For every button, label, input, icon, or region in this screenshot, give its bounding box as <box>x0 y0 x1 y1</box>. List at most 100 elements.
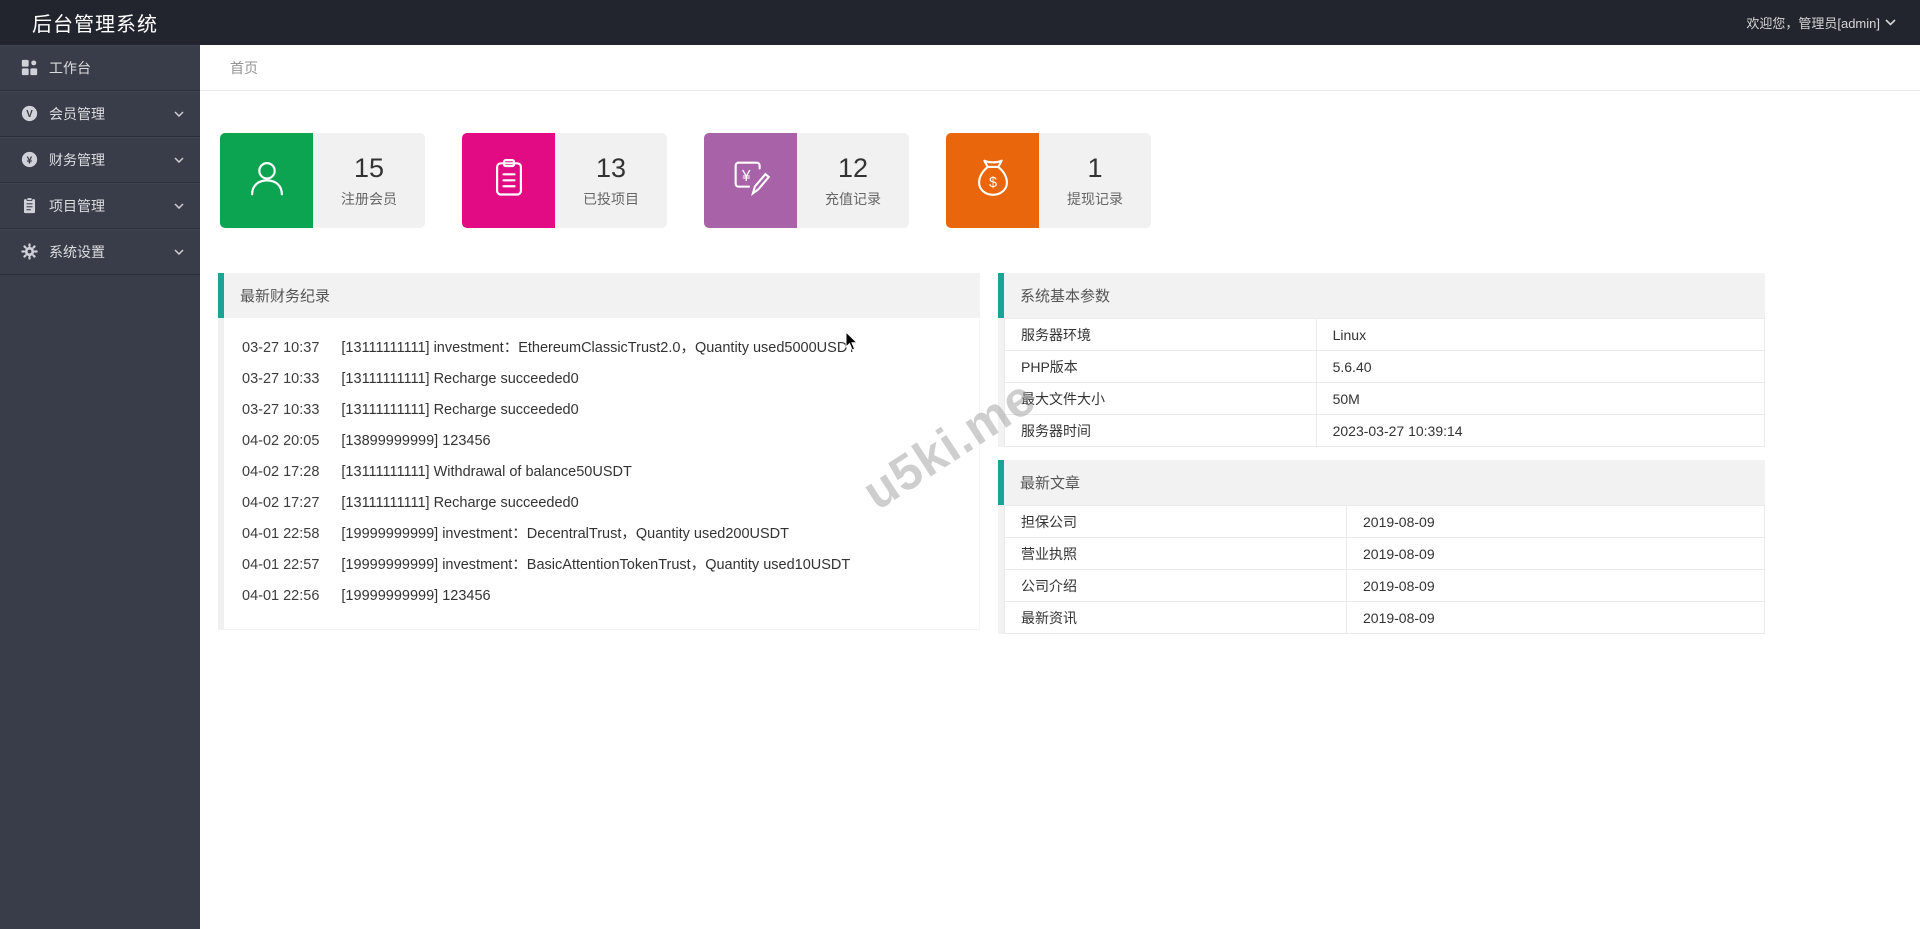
breadcrumb-home-link[interactable]: 首页 <box>230 60 258 76</box>
finance-record: 03-27 10:33 [13111111111] Recharge succee… <box>224 364 979 395</box>
svg-text:V: V <box>26 109 33 120</box>
finance-record: 04-01 22:57 [19999999999] investment：Basi… <box>224 550 979 581</box>
chevron-down-icon <box>174 203 184 209</box>
clipboard-icon <box>20 197 38 215</box>
system-param-row-value: 5.6.40 <box>1316 351 1764 383</box>
record-time: 04-01 22:58 <box>242 527 319 542</box>
article-row-label: 公司介绍 <box>1005 570 1347 602</box>
yen-edit-icon: ¥ <box>728 155 774 206</box>
record-text: [19999999999] investment：BasicAttentionT… <box>341 558 850 573</box>
record-text: [13899999999] 123456 <box>341 434 490 449</box>
chevron-down-icon <box>174 111 184 117</box>
svg-text:¥: ¥ <box>26 155 32 166</box>
record-text: [13111111111] Recharge succeeded0 <box>341 372 578 387</box>
articles-panel-title: 最新文章 <box>998 460 1765 505</box>
record-text: [13111111111] investment：EthereumClassic… <box>341 341 856 356</box>
stat-card-info: 15注册会员 <box>313 133 425 228</box>
stat-card-invested-projects[interactable]: 13 已投项目 <box>462 133 667 228</box>
stat-card-value: 13 <box>596 153 626 184</box>
main-content: 首页 15注册会员 13 已投项目 ¥12充值记录 $1提现记录 最新财务纪录 03-2… <box>200 45 1920 929</box>
system-param-row-label: 服务器时间 <box>1005 415 1317 447</box>
finance-record: 03-27 10:37 [13111111111] investment：Ethe… <box>224 333 979 364</box>
sidebar-item-label: 财务管理 <box>49 150 105 170</box>
system-param-row-label: PHP版本 <box>1005 351 1317 383</box>
finance-record: 04-02 17:28 [13111111111] Withdrawal of b… <box>224 457 979 488</box>
finance-records-panel: 最新财务纪录 03-27 10:37 [13111111111] investme… <box>218 273 980 630</box>
stat-card-info: 13 已投项目 <box>555 133 667 228</box>
sidebar-item-finance[interactable]: ¥ 财务管理 <box>0 137 200 183</box>
record-text: [13111111111] Recharge succeeded0 <box>341 403 578 418</box>
latest-articles-panel: 最新文章 担保公司2019-08-09营业执照2019-08-09公司介绍201… <box>998 460 1765 634</box>
record-time: 03-27 10:33 <box>242 403 319 418</box>
stat-card-info: 1提现记录 <box>1039 133 1151 228</box>
chevron-down-icon <box>174 249 184 255</box>
system-param-row-value: Linux <box>1316 319 1764 351</box>
sidebar-item-label: 系统设置 <box>49 242 105 262</box>
system-param-row: 最大文件大小50M <box>1005 383 1765 415</box>
system-params-panel: 系统基本参数 服务器环境LinuxPHP版本5.6.40最大文件大小50M服务器… <box>998 273 1765 447</box>
system-param-row: 服务器环境Linux <box>1005 319 1765 351</box>
record-time: 04-02 17:28 <box>242 465 319 480</box>
yen-coin-icon: ¥ <box>20 151 38 169</box>
member-coin-icon: V <box>20 105 38 123</box>
sidebar-item-members[interactable]: V会员管理 <box>0 91 200 137</box>
stat-card-value: 15 <box>354 153 384 184</box>
panels-row: 最新财务纪录 03-27 10:37 [13111111111] investme… <box>218 273 1765 634</box>
gear-icon <box>20 243 38 261</box>
stat-card-withdrawal-records[interactable]: $1提现记录 <box>946 133 1151 228</box>
latest-articles-table: 担保公司2019-08-09营业执照2019-08-09公司介绍2019-08-… <box>1004 505 1765 634</box>
stat-card-label: 提现记录 <box>1067 189 1123 209</box>
finance-record: 03-27 10:33 [13111111111] Recharge succee… <box>224 395 979 426</box>
system-panel-title: 系统基本参数 <box>998 273 1765 318</box>
article-row-label: 最新资讯 <box>1005 602 1347 634</box>
article-row: 公司介绍2019-08-09 <box>1005 570 1765 602</box>
record-text: [13111111111] Withdrawal of balance50USD… <box>341 465 631 480</box>
stat-card-label: 充值记录 <box>825 189 881 209</box>
user-menu[interactable]: 欢迎您，管理员[admin] <box>1746 13 1920 32</box>
system-param-row: 服务器时间2023-03-27 10:39:14 <box>1005 415 1765 447</box>
article-row-label: 担保公司 <box>1005 506 1347 538</box>
sidebar-item-label: 项目管理 <box>49 196 105 216</box>
system-params-table-wrap: 服务器环境LinuxPHP版本5.6.40最大文件大小50M服务器时间2023-… <box>998 318 1765 447</box>
finance-record: 04-01 22:56 [19999999999] 123456 <box>224 581 979 612</box>
system-param-row: PHP版本5.6.40 <box>1005 351 1765 383</box>
sidebar: 工作台 V会员管理 ¥ 财务管理项目管理系统设置 <box>0 45 200 929</box>
stat-card-icon-box: $ <box>946 133 1039 228</box>
stat-card-label: 已投项目 <box>583 189 639 209</box>
breadcrumb: 首页 <box>200 45 1920 91</box>
record-time: 03-27 10:37 <box>242 341 319 356</box>
svg-text:¥: ¥ <box>740 168 750 185</box>
apps-icon <box>20 59 38 77</box>
system-params-table: 服务器环境LinuxPHP版本5.6.40最大文件大小50M服务器时间2023-… <box>1004 318 1765 447</box>
article-row: 营业执照2019-08-09 <box>1005 538 1765 570</box>
finance-record: 04-01 22:58 [19999999999] investment：Dece… <box>224 519 979 550</box>
stat-cards-row: 15注册会员 13 已投项目 ¥12充值记录 $1提现记录 <box>220 133 1920 228</box>
finance-records-list: 03-27 10:37 [13111111111] investment：Ethe… <box>218 318 980 630</box>
user-greeting: 欢迎您，管理员[admin] <box>1746 13 1880 32</box>
stat-card-recharge-records[interactable]: ¥12充值记录 <box>704 133 909 228</box>
sidebar-item-label: 工作台 <box>49 58 91 78</box>
user-icon <box>244 155 290 206</box>
finance-panel-title: 最新财务纪录 <box>218 273 980 318</box>
app-title: 后台管理系统 <box>0 8 158 37</box>
stat-card-icon-box: ¥ <box>704 133 797 228</box>
sidebar-item-projects[interactable]: 项目管理 <box>0 183 200 229</box>
record-text: [19999999999] investment：DecentralTrust，… <box>341 527 789 542</box>
sidebar-item-settings[interactable]: 系统设置 <box>0 229 200 275</box>
article-row: 最新资讯2019-08-09 <box>1005 602 1765 634</box>
stat-card-icon-box <box>462 133 555 228</box>
record-time: 04-02 20:05 <box>242 434 319 449</box>
record-time: 03-27 10:33 <box>242 372 319 387</box>
articles-table-wrap: 担保公司2019-08-09营业执照2019-08-09公司介绍2019-08-… <box>998 505 1765 634</box>
right-column: 系统基本参数 服务器环境LinuxPHP版本5.6.40最大文件大小50M服务器… <box>998 273 1765 634</box>
record-time: 04-01 22:57 <box>242 558 319 573</box>
record-text: [13111111111] Recharge succeeded0 <box>341 496 578 511</box>
record-text: [19999999999] 123456 <box>341 589 490 604</box>
stat-card-registered-members[interactable]: 15注册会员 <box>220 133 425 228</box>
article-row-value: 2019-08-09 <box>1347 506 1765 538</box>
system-param-row-label: 服务器环境 <box>1005 319 1317 351</box>
svg-text:$: $ <box>989 175 997 191</box>
sidebar-item-workbench[interactable]: 工作台 <box>0 45 200 91</box>
money-bag-icon: $ <box>970 155 1016 206</box>
record-time: 04-01 22:56 <box>242 589 319 604</box>
